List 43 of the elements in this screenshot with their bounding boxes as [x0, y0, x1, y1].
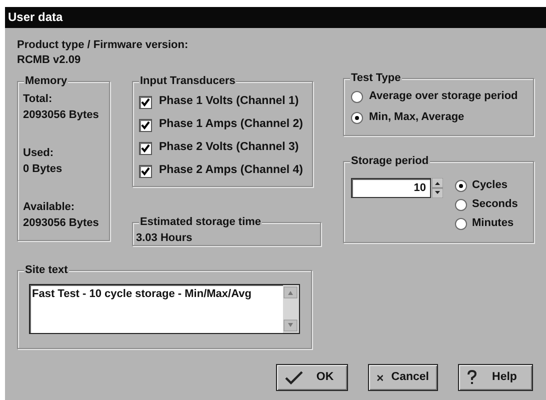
radio-button[interactable]	[455, 180, 467, 192]
checkbox-label: Phase 1 Volts (Channel 1)	[159, 94, 299, 110]
checkbox-label: Phase 2 Volts (Channel 3)	[159, 140, 299, 156]
help-button[interactable]: Help	[458, 364, 533, 391]
question-icon	[467, 370, 477, 385]
spin-buttons-icon[interactable]	[432, 178, 443, 198]
memory-label: Used:	[23, 146, 54, 161]
memory-label: Total:	[23, 92, 52, 107]
radio-label: Minutes	[472, 216, 514, 232]
site-text-value: Fast Test - 10 cycle storage - Min/Max/Avg	[31, 287, 252, 301]
radio-label: Min, Max, Average	[369, 110, 464, 126]
group-title: Estimated storage time	[139, 215, 262, 229]
radio-label: Seconds	[472, 197, 518, 212]
checkbox-label: Phase 2 Amps (Channel 4)	[159, 163, 304, 178]
radio-button[interactable]	[351, 90, 363, 102]
memory-label: Available:	[23, 200, 75, 215]
group-title: Input Transducers	[139, 74, 236, 88]
site-text-area[interactable]: Fast Test - 10 cycle storage - Min/Max/Avg	[29, 284, 300, 334]
product-version: RCMB v2.09	[17, 53, 81, 68]
storage-time-value: 3.03 Hours	[136, 232, 192, 245]
scrollbar-icon	[283, 285, 299, 333]
memory-value: 2093056 Bytes	[23, 108, 99, 123]
cancel-button[interactable]: Cancel	[368, 364, 438, 391]
checkbox[interactable]	[139, 164, 152, 178]
radio-button[interactable]	[455, 198, 467, 210]
radio-button[interactable]	[351, 112, 363, 124]
group-title: Storage period	[350, 154, 430, 168]
window-title: User data	[5, 7, 546, 28]
checkbox[interactable]	[139, 96, 152, 108]
checkbox[interactable]	[139, 142, 152, 154]
memory-value: 0 Bytes	[23, 162, 62, 177]
checkbox[interactable]	[139, 118, 152, 132]
checkbox-label: Phase 1 Amps (Channel 2)	[159, 117, 304, 132]
ok-button[interactable]: OK	[276, 364, 348, 391]
radio-button[interactable]	[455, 218, 467, 230]
memory-value: 2093056 Bytes	[23, 216, 99, 231]
group-title: Test Type	[350, 71, 402, 85]
product-label: Product type / Firmware version:	[17, 38, 188, 53]
number-field[interactable]: 10	[351, 178, 431, 198]
group-title: Memory	[24, 74, 68, 88]
check-icon	[285, 370, 303, 384]
radio-label: Cycles	[472, 178, 508, 194]
radio-label: Average over storage period	[369, 89, 518, 104]
